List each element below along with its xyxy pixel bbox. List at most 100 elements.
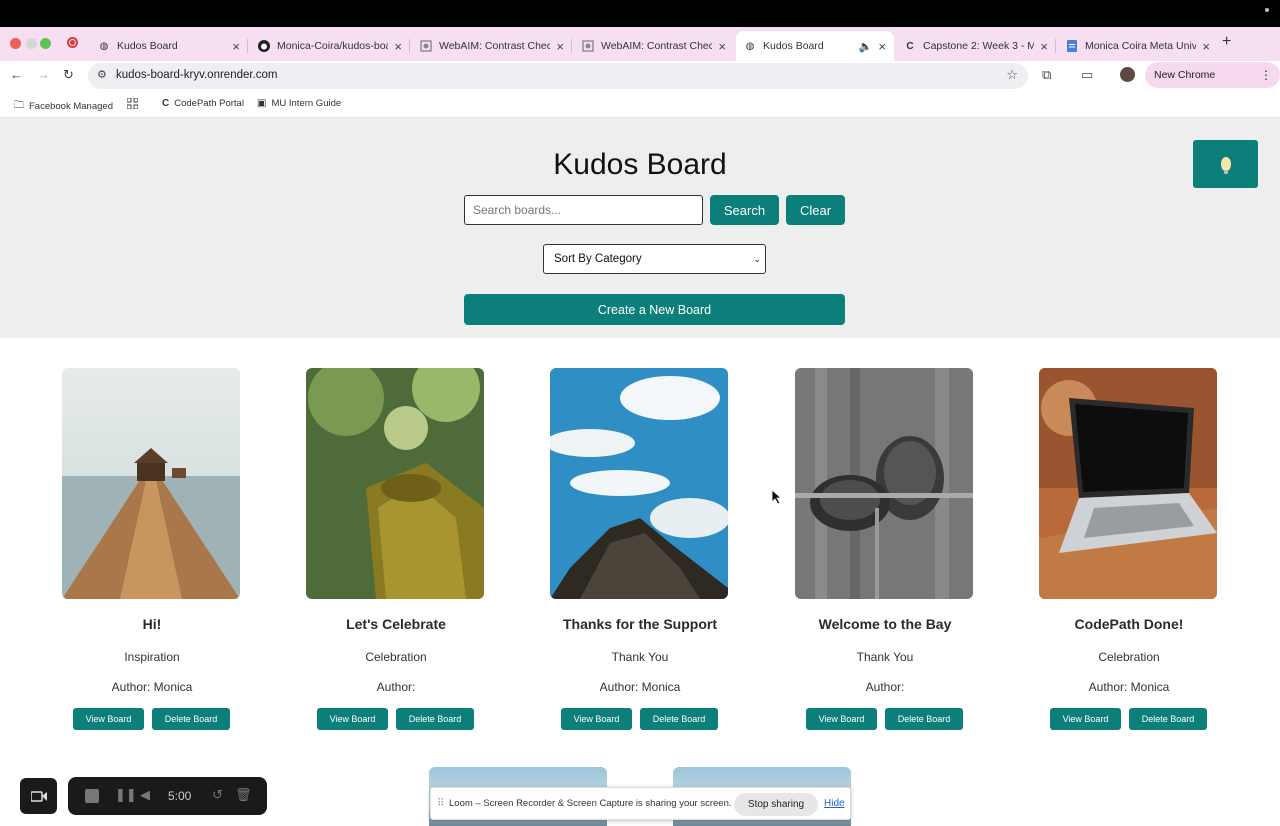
apps-grid-icon[interactable] (127, 98, 138, 109)
view-board-button[interactable]: View Board (73, 708, 144, 730)
tab-kudos-board[interactable]: ◍ Kudos Board × (90, 31, 248, 61)
tab-webaim-2[interactable]: WebAIM: Contrast Checke × (574, 31, 734, 61)
maximize-window-button[interactable] (40, 38, 51, 49)
github-icon (258, 40, 270, 52)
tab-title: Capstone 2: Week 3 - Me (923, 40, 1035, 52)
tab-meta-doc[interactable]: Monica Coira Meta Univer × (1058, 31, 1218, 61)
tab-title: Monica-Coira/kudos-boar (277, 40, 389, 52)
webaim-icon (420, 40, 432, 52)
view-board-button[interactable]: View Board (561, 708, 632, 730)
sky-mountain-photo (550, 368, 728, 599)
delete-board-button[interactable]: Delete Board (640, 708, 718, 730)
delete-board-button[interactable]: Delete Board (1129, 708, 1207, 730)
cast-icon[interactable]: ▭ (1081, 67, 1093, 83)
board-author: Author: (376, 680, 416, 694)
board-category: Celebration (1098, 650, 1160, 664)
pause-icon[interactable]: ❚❚ (115, 787, 137, 803)
chevron-down-icon: ⌄ (753, 254, 761, 264)
tab-capstone[interactable]: C Capstone 2: Week 3 - Me × (896, 31, 1056, 61)
recording-controls: ❚❚ ◀ 5:00 ↺ 🗑 (68, 777, 267, 815)
url-text[interactable]: kudos-board-kryv.onrender.com (116, 69, 278, 81)
globe-icon: ◍ (99, 40, 109, 52)
menu-dots-icon[interactable]: ⋮ (1260, 62, 1272, 88)
tab-strip: ◍ Kudos Board × Monica-Coira/kudos-boar … (0, 27, 1280, 61)
stop-sharing-button[interactable]: Stop sharing (734, 793, 818, 816)
bookmark-facebook-managed[interactable]: 🗀 Facebook Managed (14, 98, 113, 115)
docs-icon (1066, 40, 1078, 52)
close-icon[interactable]: × (232, 39, 240, 54)
board-card: Let's Celebrate Celebration Author: View… (306, 368, 486, 730)
close-icon[interactable]: × (718, 39, 726, 54)
search-input[interactable] (464, 195, 703, 225)
minimize-window-button[interactable] (26, 38, 37, 49)
camera-icon (30, 790, 47, 802)
board-category: Inspiration (124, 650, 180, 664)
lightbulb-icon (1220, 157, 1231, 174)
codepath-icon: C (162, 98, 170, 109)
reload-icon[interactable]: ↻ (63, 67, 74, 83)
back-arrow-icon[interactable]: ← (10, 67, 23, 82)
trash-icon[interactable]: 🗑 (235, 787, 252, 803)
delete-board-button[interactable]: Delete Board (885, 708, 963, 730)
delete-board-button[interactable]: Delete Board (152, 708, 230, 730)
forward-arrow-icon[interactable]: → (37, 67, 50, 82)
extensions-icon[interactable]: ⧉ (1042, 67, 1051, 83)
bookmarks-bar: 🗀 Facebook Managed C CodePath Portal ▣ M… (0, 91, 1280, 118)
view-board-button[interactable]: View Board (317, 708, 388, 730)
mute-icon[interactable]: ◀ (140, 787, 150, 803)
board-title: Thanks for the Support (563, 616, 717, 632)
stop-recording-button[interactable] (85, 789, 99, 803)
board-author: Author: Monica (1088, 680, 1170, 694)
clear-button[interactable]: Clear (786, 195, 845, 225)
bookmark-star-icon[interactable]: ☆ (1006, 67, 1018, 83)
board-category: Thank You (856, 650, 914, 664)
recording-icon (67, 37, 78, 48)
tab-github-repo[interactable]: Monica-Coira/kudos-boar × (250, 31, 410, 61)
board-card: CodePath Done! Celebration Author: Monic… (1039, 368, 1219, 730)
page-title: Kudos Board (553, 148, 727, 181)
mouse-cursor-icon (772, 490, 782, 504)
pinecone-bw-photo (795, 368, 973, 599)
drag-handle-icon[interactable]: ⠿ (437, 798, 444, 809)
camera-toggle-button[interactable] (20, 778, 57, 814)
sort-category-select[interactable]: Sort By Category ⌄ (543, 244, 766, 274)
delete-board-button[interactable]: Delete Board (396, 708, 474, 730)
new-tab-button[interactable]: + (1222, 33, 1231, 51)
new-chrome-available-button[interactable]: New Chrome available ⋮ (1145, 62, 1280, 107)
theme-toggle-button[interactable] (1193, 140, 1258, 188)
site-settings-icon[interactable]: ⚙ (97, 68, 107, 81)
avatar[interactable] (1120, 67, 1135, 82)
hide-link[interactable]: Hide (824, 798, 845, 809)
close-icon[interactable]: × (1040, 39, 1048, 54)
globe-icon: ◍ (745, 40, 755, 52)
bookmark-codepath-portal[interactable]: C CodePath Portal (162, 98, 244, 109)
recording-timer: 5:00 (168, 789, 192, 803)
view-board-button[interactable]: View Board (806, 708, 877, 730)
board-card: Hi! Inspiration Author: Monica View Boar… (62, 368, 242, 730)
bookmark-mu-intern-guide[interactable]: ▣ MU Intern Guide (257, 98, 341, 109)
close-window-button[interactable] (10, 38, 21, 49)
close-icon[interactable]: × (1202, 39, 1210, 54)
speaker-icon[interactable]: 🔈 (859, 40, 873, 53)
close-icon[interactable]: × (556, 39, 564, 54)
board-category: Celebration (365, 650, 427, 664)
tab-webaim-1[interactable]: WebAIM: Contrast Checke × (412, 31, 572, 61)
create-board-button[interactable]: Create a New Board (464, 294, 845, 325)
laptop-desk-photo (1039, 368, 1217, 599)
tab-kudos-board-active[interactable]: ◍ Kudos Board 🔈 × (736, 31, 894, 61)
screen-share-notification: ⠿ Loom – Screen Recorder & Screen Captur… (430, 787, 851, 820)
close-icon[interactable]: × (878, 39, 886, 54)
tab-title: WebAIM: Contrast Checke (601, 40, 713, 52)
board-category: Thank You (611, 650, 669, 664)
board-title: Let's Celebrate (346, 616, 446, 632)
folder-icon: 🗀 (14, 100, 24, 111)
close-icon[interactable]: × (394, 39, 402, 54)
search-button[interactable]: Search (710, 195, 779, 225)
address-bar[interactable]: ⚙ kudos-board-kryv.onrender.com ☆ (88, 63, 1028, 89)
restart-icon[interactable]: ↺ (212, 787, 223, 803)
board-author: Author: (865, 680, 905, 694)
board-author: Author: Monica (111, 680, 193, 694)
view-board-button[interactable]: View Board (1050, 708, 1121, 730)
tab-title: WebAIM: Contrast Checke (439, 40, 551, 52)
board-card: Welcome to the Bay Thank You Author: Vie… (795, 368, 975, 730)
